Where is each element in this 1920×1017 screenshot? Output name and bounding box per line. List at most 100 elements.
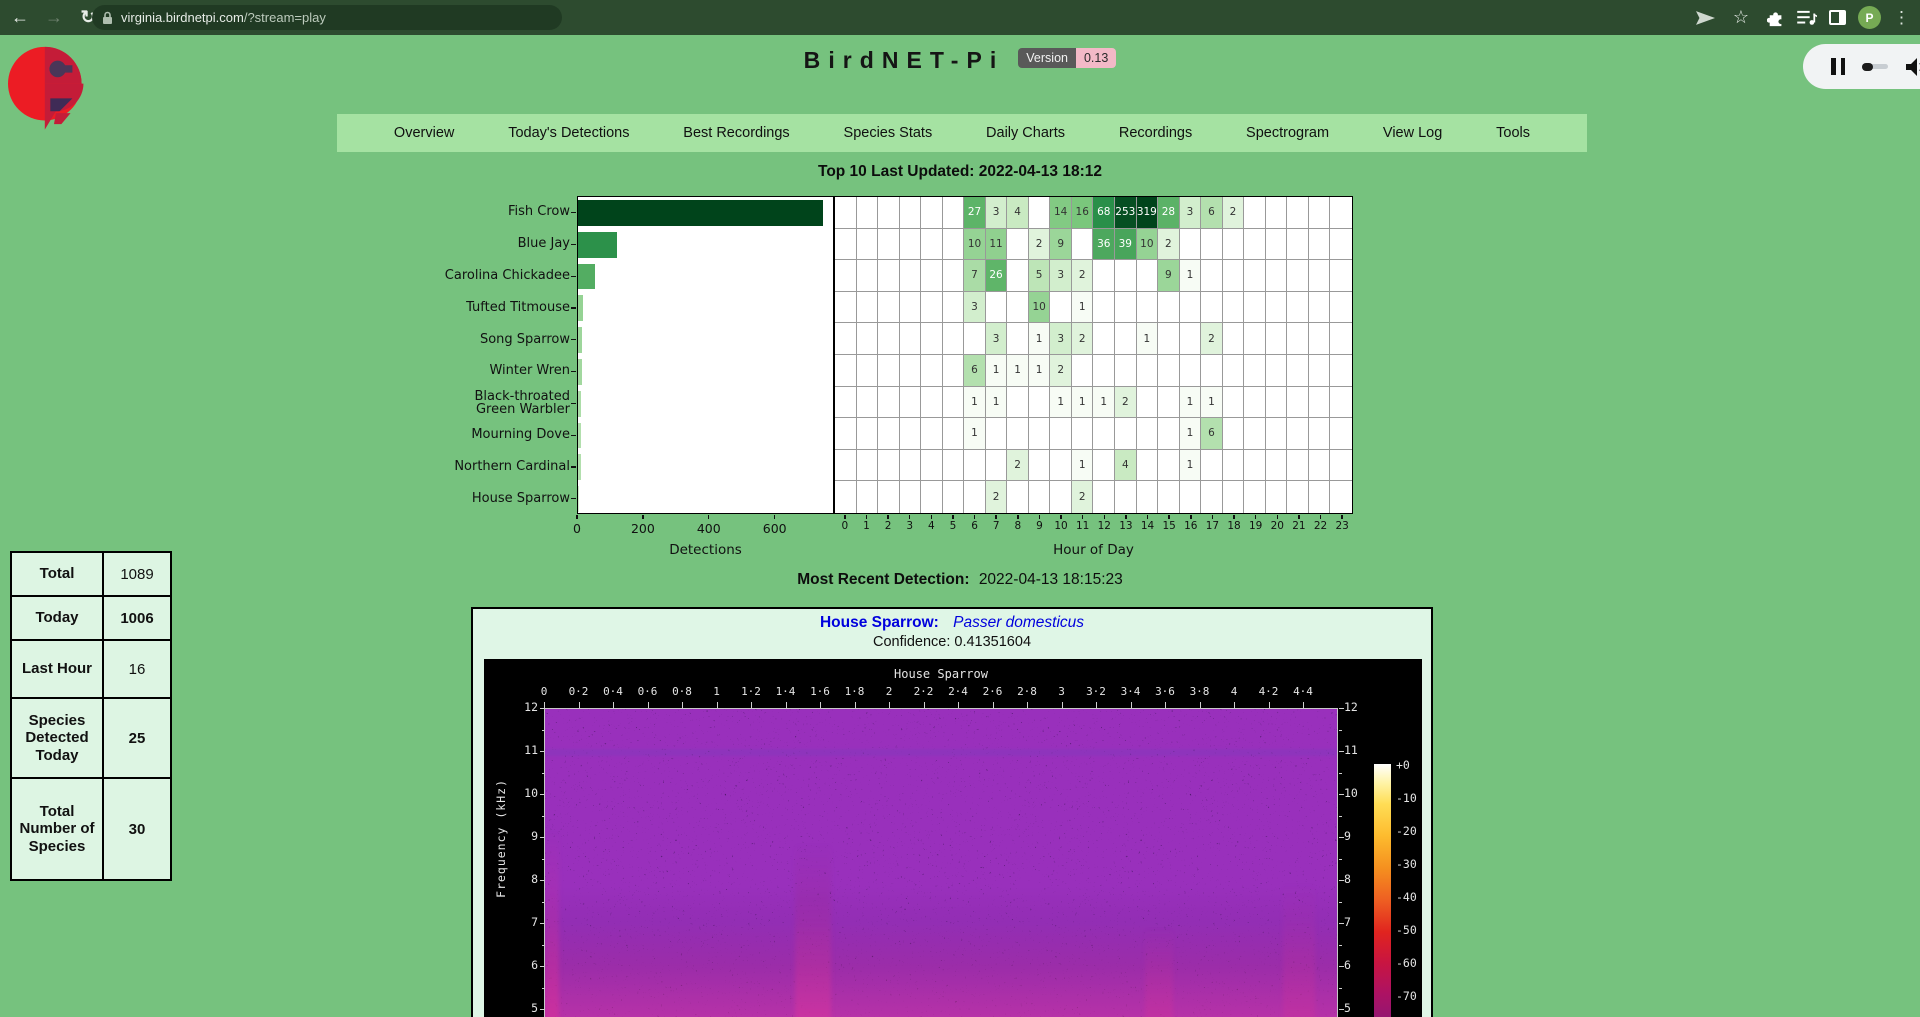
heatmap-cell bbox=[1201, 260, 1223, 292]
detection-species-link[interactable]: House Sparrow: bbox=[820, 614, 939, 631]
back-arrow-icon[interactable]: ← bbox=[6, 4, 34, 32]
heatmap-cell bbox=[1309, 450, 1331, 482]
heatmap-cell bbox=[835, 260, 857, 292]
nav-item-species-stats[interactable]: Species Stats bbox=[844, 125, 933, 141]
heatmap-cell: 28 bbox=[1158, 197, 1180, 229]
species-label-northern-cardinal: Northern Cardinal bbox=[440, 450, 570, 482]
spectro-freq-tick-left: 5 bbox=[512, 1001, 538, 1015]
heatmap-cell bbox=[1223, 450, 1245, 482]
heatmap-cell: 1 bbox=[1050, 387, 1072, 419]
heatmap-cell bbox=[1309, 418, 1331, 450]
extensions-puzzle-icon[interactable] bbox=[1767, 9, 1785, 27]
heatmap-cell: 2 bbox=[1115, 387, 1137, 419]
version-badge: Version0.13 bbox=[1018, 48, 1116, 68]
heatmap-cell: 1 bbox=[1029, 355, 1051, 387]
nav-item-today-s-detections[interactable]: Today's Detections bbox=[508, 125, 629, 141]
heatmap-cell bbox=[1201, 481, 1223, 513]
bar-winter-wren bbox=[578, 359, 582, 385]
heatmap-cell bbox=[921, 481, 943, 513]
heatmap-cell bbox=[1287, 418, 1309, 450]
volume-icon[interactable] bbox=[1905, 57, 1920, 77]
heatmap-cell bbox=[835, 197, 857, 229]
spectro-freq-tick-left: 7 bbox=[512, 915, 538, 929]
detection-scientific-name[interactable]: Passer domesticus bbox=[953, 614, 1084, 631]
stats-value-species-detected-today[interactable]: 25 bbox=[103, 698, 171, 778]
heatmap-cell: 1 bbox=[1180, 260, 1202, 292]
heatmap-cell bbox=[1287, 292, 1309, 324]
pause-icon[interactable] bbox=[1831, 58, 1845, 75]
spectro-db-tick: -50 bbox=[1396, 923, 1426, 937]
profile-avatar[interactable]: P bbox=[1858, 6, 1881, 29]
stats-value-today[interactable]: 1006 bbox=[103, 596, 171, 640]
hour-tick: 4 bbox=[920, 520, 942, 532]
nav-item-recordings[interactable]: Recordings bbox=[1119, 125, 1192, 141]
heatmap-cell bbox=[857, 387, 879, 419]
heatmap-cell bbox=[1093, 292, 1115, 324]
heatmap-cell bbox=[1201, 292, 1223, 324]
send-icon[interactable] bbox=[1696, 10, 1715, 26]
heatmap-cell: 5 bbox=[1029, 260, 1051, 292]
spectro-db-tick: +0 bbox=[1396, 758, 1426, 772]
heatmap-cell: 2 bbox=[986, 481, 1008, 513]
heatmap-cell bbox=[1287, 387, 1309, 419]
heatmap-cell: 1 bbox=[1029, 323, 1051, 355]
media-playlist-icon[interactable] bbox=[1797, 10, 1817, 26]
heatmap-cell bbox=[878, 260, 900, 292]
heatmap-cell: 1 bbox=[1072, 292, 1094, 324]
spectro-freq-tick-right: 9 bbox=[1344, 829, 1370, 843]
heatmap-cell bbox=[900, 229, 922, 261]
lock-icon bbox=[102, 11, 113, 25]
side-panel-icon[interactable] bbox=[1829, 10, 1846, 25]
nav-item-overview[interactable]: Overview bbox=[394, 125, 454, 141]
heatmap-cell: 3 bbox=[986, 197, 1008, 229]
spectro-freq-tick-right: 11 bbox=[1344, 743, 1370, 757]
heatmap-cell bbox=[878, 292, 900, 324]
bar-song-sparrow bbox=[578, 327, 582, 353]
nav-item-spectrogram[interactable]: Spectrogram bbox=[1246, 125, 1329, 141]
hour-tick: 22 bbox=[1310, 520, 1332, 532]
species-label-song-sparrow: Song Sparrow bbox=[440, 323, 570, 355]
heatmap-cell: 10 bbox=[1029, 292, 1051, 324]
detection-title: House Sparrow: Passer domesticus bbox=[473, 614, 1431, 632]
heatmap-cell: 6 bbox=[1201, 418, 1223, 450]
menu-dots-icon[interactable]: ⋮ bbox=[1893, 8, 1910, 28]
stats-value-total-number-of-species[interactable]: 30 bbox=[103, 778, 171, 880]
heatmap-cell bbox=[900, 418, 922, 450]
nav-item-best-recordings[interactable]: Best Recordings bbox=[683, 125, 789, 141]
heatmap-cell bbox=[1223, 481, 1245, 513]
spectro-time-tick: 1 bbox=[700, 685, 734, 698]
nav-item-view-log[interactable]: View Log bbox=[1383, 125, 1442, 141]
spectro-db-tick: -10 bbox=[1396, 791, 1426, 805]
heatmap-cell: 1 bbox=[1007, 355, 1029, 387]
heatmap-cell bbox=[1330, 355, 1352, 387]
audio-player[interactable] bbox=[1803, 44, 1920, 89]
spectro-db-tick: -20 bbox=[1396, 824, 1426, 838]
bar-northern-cardinal bbox=[578, 454, 581, 480]
seek-slider[interactable] bbox=[1862, 64, 1888, 69]
spectro-db-tick: -70 bbox=[1396, 989, 1426, 1003]
nav-item-tools[interactable]: Tools bbox=[1496, 125, 1530, 141]
heatmap-cell bbox=[1330, 229, 1352, 261]
heatmap-cell bbox=[1115, 260, 1137, 292]
heatmap-cell bbox=[1287, 197, 1309, 229]
heatmap-cell: 10 bbox=[1137, 229, 1159, 261]
heatmap-cell bbox=[964, 481, 986, 513]
birdnetpi-page: ← → ↻ virginia.birdnetpi.com/?stream=pla… bbox=[0, 0, 1920, 1017]
heatmap-cell bbox=[1158, 323, 1180, 355]
address-bar[interactable]: virginia.birdnetpi.com/?stream=play bbox=[92, 5, 562, 30]
spectro-freq-tick-left: 11 bbox=[512, 743, 538, 757]
forward-arrow-icon[interactable]: → bbox=[40, 4, 68, 32]
version-value: 0.13 bbox=[1076, 48, 1116, 68]
url-text: virginia.birdnetpi.com/?stream=play bbox=[121, 10, 326, 25]
heatmap-cell bbox=[900, 260, 922, 292]
heatmap-cell bbox=[1244, 418, 1266, 450]
heatmap-cell: 11 bbox=[986, 229, 1008, 261]
heatmap-cell bbox=[900, 355, 922, 387]
bookmark-star-icon[interactable]: ☆ bbox=[1727, 4, 1755, 32]
nav-item-daily-charts[interactable]: Daily Charts bbox=[986, 125, 1065, 141]
heatmap-cell bbox=[878, 229, 900, 261]
heatmap-cell bbox=[1309, 292, 1331, 324]
spectro-time-tick: 1·2 bbox=[734, 685, 768, 698]
hour-tick: 8 bbox=[1007, 520, 1029, 532]
stats-label: Last Hour bbox=[11, 640, 103, 698]
